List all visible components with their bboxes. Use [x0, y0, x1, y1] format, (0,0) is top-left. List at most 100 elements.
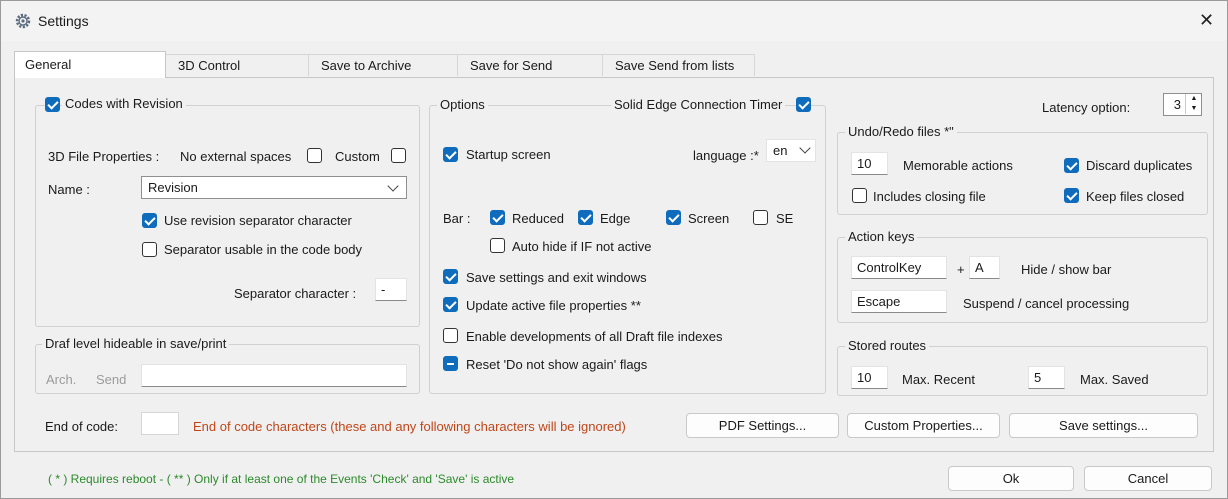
keep-closed-checkbox[interactable] — [1064, 188, 1079, 203]
custom-checkbox[interactable] — [391, 148, 406, 163]
timer-label: Solid Edge Connection Timer — [611, 97, 786, 112]
language-select[interactable]: en — [766, 139, 816, 162]
draft-level-input[interactable] — [141, 364, 407, 387]
save-exit-checkbox[interactable] — [443, 269, 458, 284]
edge-checkbox[interactable] — [578, 210, 593, 225]
memorable-input[interactable]: 10 — [851, 152, 888, 175]
language-label: language :* — [693, 148, 759, 163]
codes-group-label: Codes with Revision — [62, 96, 186, 111]
tab-general[interactable]: General — [14, 51, 166, 78]
edge-label: Edge — [600, 211, 631, 226]
autohide-label: Auto hide if IF not active — [512, 239, 652, 254]
key1-input[interactable]: ControlKey — [851, 256, 947, 279]
hide-bar-label: Hide / show bar — [1021, 262, 1112, 277]
save-settings-label: Save settings... — [1059, 418, 1148, 433]
title-bar: Settings ✕ — [1, 1, 1227, 41]
latency-label: Latency option: — [1042, 100, 1131, 115]
keep-closed-label: Keep files closed — [1086, 189, 1185, 204]
separator-usable-checkbox[interactable] — [142, 242, 157, 257]
save-exit-label: Save settings and exit windows — [466, 270, 647, 285]
se-checkbox[interactable] — [753, 210, 768, 225]
codes-revision-checkbox[interactable] — [45, 97, 60, 112]
spin-up-icon[interactable]: ▲ — [1185, 94, 1202, 104]
reduced-checkbox[interactable] — [490, 210, 505, 225]
autohide-checkbox[interactable] — [490, 238, 505, 253]
gear-icon — [15, 13, 31, 29]
tab-save-to-archive[interactable]: Save to Archive — [308, 54, 458, 76]
timer-checkbox[interactable] — [796, 97, 811, 112]
max-recent-input[interactable]: 10 — [851, 366, 888, 389]
no-spaces-label: No external spaces — [180, 149, 292, 164]
tab-save-send-from-lists[interactable]: Save Send from lists — [602, 54, 755, 76]
routes-label: Stored routes — [845, 338, 930, 353]
key2-input[interactable]: A — [969, 256, 1000, 279]
close-icon[interactable]: ✕ — [1199, 10, 1214, 31]
latency-value: 3 — [1173, 97, 1181, 112]
spin-down-icon[interactable]: ▼ — [1185, 104, 1202, 114]
enable-dev-checkbox[interactable] — [443, 328, 458, 343]
update-props-label: Update active file properties ** — [466, 298, 641, 313]
window-title: Settings — [38, 13, 89, 29]
cancel-button[interactable]: Cancel — [1084, 466, 1212, 491]
separator-char-input[interactable]: - — [375, 278, 407, 301]
screen-checkbox[interactable] — [666, 210, 681, 225]
draft-group-label: Draf level hideable in save/print — [42, 336, 230, 351]
send-label: Send — [96, 372, 127, 387]
ok-label: Ok — [1002, 471, 1020, 486]
reset-flags-label: Reset 'Do not show again' flags — [466, 357, 648, 372]
update-props-checkbox[interactable] — [443, 297, 458, 312]
key2-value: A — [975, 260, 984, 275]
tab-label: General — [25, 57, 72, 72]
custom-label: Custom — [335, 149, 380, 164]
name-select-value: Revision — [148, 180, 198, 195]
key1-value: ControlKey — [857, 260, 922, 275]
undo-group-label: Undo/Redo files *" — [845, 124, 957, 139]
max-saved-input[interactable]: 5 — [1028, 366, 1065, 389]
se-label: SE — [776, 211, 794, 226]
general-panel: Codes with Revision 3D File Properties :… — [14, 77, 1214, 452]
separator-char-value: - — [381, 282, 386, 297]
tab-label: 3D Control — [178, 58, 241, 73]
file-props-label: 3D File Properties : — [48, 149, 160, 164]
max-recent-label: Max. Recent — [902, 372, 975, 387]
action-keys-label: Action keys — [845, 229, 918, 244]
end-of-code-label: End of code: — [45, 419, 118, 434]
no-spaces-checkbox[interactable] — [307, 148, 322, 163]
name-select[interactable]: Revision — [141, 176, 407, 199]
tab-label: Save Send from lists — [615, 58, 735, 73]
name-label: Name : — [48, 182, 90, 197]
tab-save-for-send[interactable]: Save for Send — [457, 54, 603, 76]
bar-label: Bar : — [443, 211, 471, 226]
routes-group — [837, 346, 1208, 396]
save-settings-button[interactable]: Save settings... — [1009, 413, 1198, 438]
includes-closing-checkbox[interactable] — [852, 188, 867, 203]
tab-label: Save for Send — [470, 58, 553, 73]
max-saved-value: 5 — [1034, 370, 1042, 385]
arch-label: Arch. — [46, 372, 77, 387]
end-of-code-note: End of code characters (these and any fo… — [193, 419, 626, 434]
discard-dup-checkbox[interactable] — [1064, 158, 1079, 173]
options-group-label: Options — [437, 97, 488, 112]
use-separator-checkbox[interactable] — [142, 213, 157, 228]
enable-dev-label: Enable developments of all Draft file in… — [466, 329, 723, 344]
key3-input[interactable]: Escape — [851, 290, 947, 313]
key3-value: Escape — [857, 294, 901, 309]
screen-label: Screen — [688, 211, 730, 226]
pdf-settings-button[interactable]: PDF Settings... — [686, 413, 839, 438]
includes-closing-label: Includes closing file — [873, 189, 986, 204]
ok-button[interactable]: Ok — [948, 466, 1074, 491]
startup-checkbox[interactable] — [443, 147, 458, 162]
discard-dup-label: Discard duplicates — [1086, 158, 1193, 173]
tab-3d-control[interactable]: 3D Control — [165, 54, 309, 76]
reset-flags-checkbox[interactable] — [443, 356, 458, 371]
end-of-code-input[interactable] — [141, 412, 179, 435]
max-saved-label: Max. Saved — [1080, 372, 1149, 387]
tab-label: Save to Archive — [321, 58, 412, 73]
footer-note: ( * ) Requires reboot - ( ** ) Only if a… — [48, 472, 515, 486]
separator-usable-label: Separator usable in the code body — [164, 242, 363, 257]
suspend-label: Suspend / cancel processing — [963, 296, 1130, 311]
custom-properties-label: Custom Properties... — [864, 418, 983, 433]
max-recent-value: 10 — [857, 370, 872, 385]
plus-label: + — [957, 262, 965, 277]
custom-properties-button[interactable]: Custom Properties... — [847, 413, 1000, 438]
